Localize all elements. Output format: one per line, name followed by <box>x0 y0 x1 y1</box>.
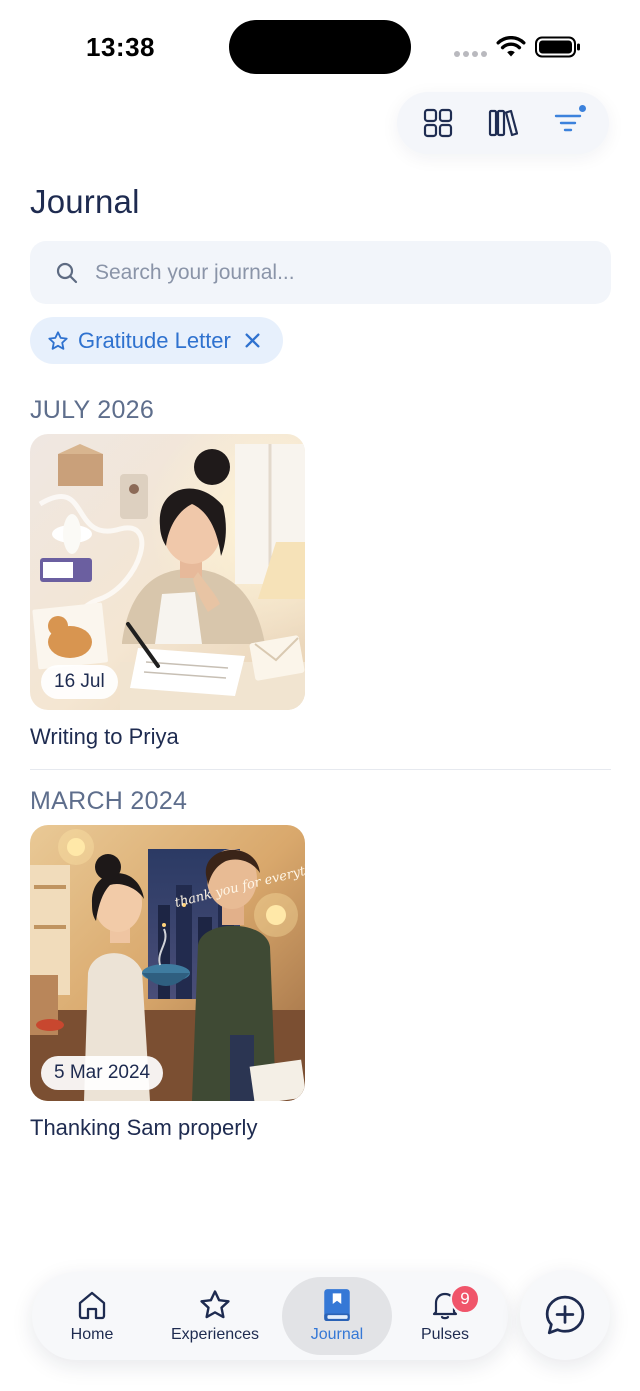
star-icon <box>48 330 68 350</box>
search-input[interactable] <box>95 260 555 285</box>
status-time: 13:38 <box>86 32 155 62</box>
dynamic-island <box>229 20 411 74</box>
battery-icon <box>535 36 580 58</box>
library-icon <box>488 109 518 137</box>
add-entry-icon <box>545 1295 585 1335</box>
search-bar[interactable] <box>30 241 611 304</box>
entry-date-badge: 16 Jul <box>41 665 118 699</box>
filter-icon <box>555 114 582 132</box>
tab-label: Home <box>70 1326 114 1343</box>
grid-view-button[interactable] <box>416 101 460 145</box>
search-icon <box>56 262 78 283</box>
section-heading: JULY 2026 <box>30 396 155 424</box>
star-icon <box>198 1288 232 1322</box>
home-icon <box>75 1288 109 1322</box>
tab-label: Journal <box>310 1326 364 1343</box>
view-toolbar <box>397 92 609 154</box>
remove-filter-button[interactable] <box>244 332 261 349</box>
notification-badge: 9 <box>450 1284 480 1314</box>
section-divider <box>30 769 611 770</box>
close-icon <box>245 333 260 348</box>
grid-view-icon <box>423 108 452 138</box>
bottom-tab-bar: Home Experiences Journal Pulses 9 <box>32 1272 508 1360</box>
tab-label: Pulses <box>420 1326 470 1343</box>
status-bar: 13:38 <box>0 0 640 96</box>
add-entry-button[interactable] <box>520 1270 610 1360</box>
entry-date-badge: 5 Mar 2024 <box>41 1056 164 1090</box>
filter-active-dot <box>578 104 588 113</box>
section-heading: MARCH 2024 <box>30 787 188 815</box>
journal-book-icon <box>320 1288 354 1322</box>
filter-chip-label: Gratitude Letter <box>78 327 231 353</box>
page-title: Journal <box>30 183 140 220</box>
cellular-signal-icon <box>454 51 487 57</box>
journal-entry-card[interactable]: thank you for everything 5 Mar 2024 <box>30 825 305 1101</box>
filter-button[interactable] <box>546 101 590 145</box>
journal-entry-card[interactable]: 16 Jul <box>30 434 305 710</box>
tab-home[interactable]: Home <box>36 1277 148 1355</box>
tab-label: Experiences <box>170 1326 260 1343</box>
library-view-button[interactable] <box>481 101 525 145</box>
wifi-icon <box>496 36 526 57</box>
entry-title[interactable]: Thanking Sam properly <box>30 1115 257 1141</box>
tab-experiences[interactable]: Experiences <box>148 1277 282 1355</box>
tab-pulses[interactable]: Pulses 9 <box>392 1277 498 1355</box>
active-filter-chip[interactable]: Gratitude Letter <box>30 317 283 364</box>
tab-journal[interactable]: Journal <box>282 1277 392 1355</box>
entry-title[interactable]: Writing to Priya <box>30 724 179 750</box>
